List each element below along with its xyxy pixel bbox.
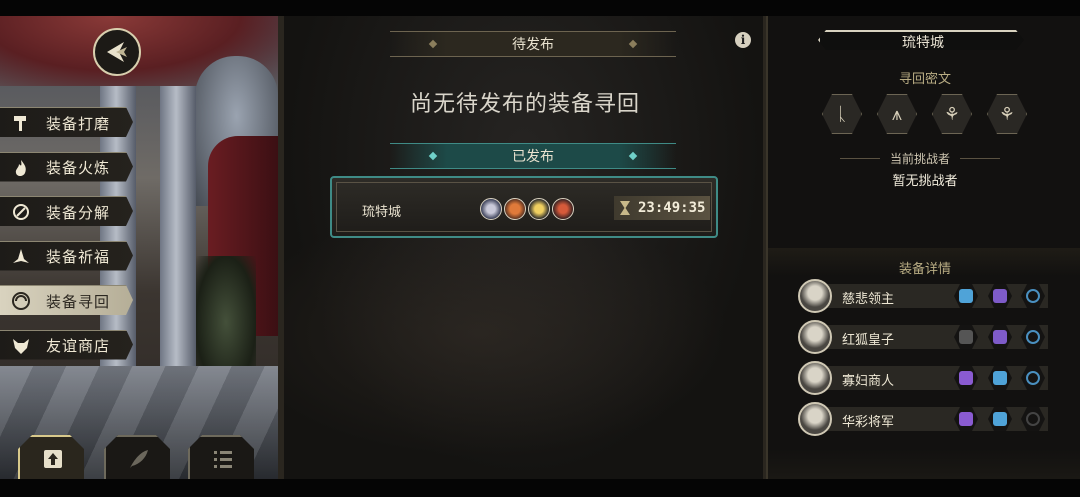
- details-title: 装备详情: [898, 262, 951, 277]
- weapon-slot-icon[interactable]: [954, 284, 978, 308]
- hourglass-icon: [620, 201, 630, 215]
- upload-icon: [44, 450, 62, 468]
- armor-slot-icon[interactable]: [988, 366, 1012, 390]
- equipment-owner: 寡妇商人: [842, 374, 895, 389]
- avatar: [798, 279, 832, 313]
- side-menu: 装备打磨 装备火炼 装备分解 装备祈福 装备寻回 友谊商店: [0, 107, 134, 374]
- code-symbol: ⚘: [987, 94, 1027, 134]
- code-symbol: ᚳ: [822, 94, 862, 134]
- menu-label: 装备分解: [46, 203, 111, 222]
- empty-pending-message: 尚无待发布的装备寻回: [409, 92, 640, 117]
- equipment-row[interactable]: 红狐皇子: [798, 320, 1048, 354]
- challenger-label: 当前挑战者: [840, 150, 1000, 167]
- avatar: [798, 361, 832, 395]
- weapon-slot-icon[interactable]: [954, 325, 978, 349]
- ring-slot-icon[interactable]: [1021, 284, 1045, 308]
- top-frame: [0, 0, 1080, 16]
- menu-label: 装备寻回: [46, 292, 111, 311]
- pray-icon: [10, 246, 32, 268]
- published-header: 已发布: [390, 143, 676, 169]
- menu-item-friendship-shop[interactable]: 友谊商店: [0, 329, 133, 360]
- menu-item-polish[interactable]: 装备打磨: [0, 107, 133, 137]
- city-title: 琉特城: [818, 30, 1024, 50]
- ring-slot-icon[interactable]: [1021, 325, 1045, 349]
- equipment-row[interactable]: 寡妇商人: [798, 361, 1048, 395]
- armor-slot-icon[interactable]: [988, 284, 1012, 308]
- menu-label: 友谊商店: [46, 337, 111, 355]
- menu-label: 装备打磨: [46, 114, 111, 133]
- back-arrow-icon: [107, 42, 127, 62]
- menu-item-forge[interactable]: 装备火炼: [0, 151, 133, 182]
- hammer-icon: [10, 112, 32, 134]
- menu-label: 装备祈福: [46, 248, 111, 266]
- code-title: 寻回密文: [898, 72, 951, 87]
- disassemble-icon: [10, 201, 32, 223]
- avatar: [528, 198, 550, 220]
- published-title: 已发布: [512, 149, 554, 165]
- avatar: [798, 402, 832, 436]
- menu-item-pray[interactable]: 装备祈福: [0, 240, 133, 271]
- equipment-list: 慈悲领主 红狐皇子 寡妇商人 华彩将军: [798, 279, 1048, 443]
- challenger-value: 暂无挑战者: [892, 174, 958, 189]
- equipment-owner: 华彩将军: [842, 415, 895, 430]
- armor-slot-icon[interactable]: [988, 407, 1012, 431]
- equipment-row[interactable]: 华彩将军: [798, 402, 1048, 436]
- info-icon[interactable]: i: [735, 32, 751, 48]
- equipment-owner: 慈悲领主: [842, 292, 895, 307]
- code-symbol: ⚘: [932, 94, 972, 134]
- armor-slot-icon[interactable]: [988, 325, 1012, 349]
- avatar: [552, 198, 574, 220]
- right-panel: 琉特城 寻回密文 ᚳ ⩚ ⚘ ⚘ 当前挑战者 暂无挑战者 装备详情 慈悲领主 红…: [766, 16, 1080, 479]
- menu-label: 装备火炼: [46, 159, 111, 177]
- avatar: [798, 320, 832, 354]
- equipment-owner: 红狐皇子: [842, 333, 895, 348]
- quest-timer: 23:49:35: [614, 196, 710, 220]
- menu-item-disassemble[interactable]: 装备分解: [0, 196, 133, 226]
- retrieve-icon: [10, 290, 32, 312]
- code-symbols: ᚳ ⩚ ⚘ ⚘: [822, 94, 1027, 134]
- back-button[interactable]: [93, 28, 141, 76]
- quest-avatars: [480, 198, 574, 220]
- pending-header: 待发布: [390, 31, 676, 57]
- timer-text: 23:49:35: [638, 200, 706, 216]
- avatar: [504, 198, 526, 220]
- menu-item-retrieve[interactable]: 装备寻回: [0, 285, 133, 315]
- avatar: [480, 198, 502, 220]
- feather-icon: [130, 450, 148, 468]
- details-header: 装备详情: [768, 248, 1080, 277]
- pending-title: 待发布: [512, 37, 554, 53]
- bottom-frame: [0, 479, 1080, 497]
- ring-slot-icon[interactable]: [1021, 407, 1045, 431]
- center-panel: 待发布 i 尚无待发布的装备寻回 已发布 琉特城 23:49:35: [278, 16, 766, 479]
- flame-icon: [10, 157, 32, 179]
- code-symbol: ⩚: [877, 94, 917, 134]
- weapon-slot-icon[interactable]: [954, 407, 978, 431]
- list-icon: [214, 451, 232, 468]
- equipment-row[interactable]: 慈悲领主: [798, 279, 1048, 313]
- ring-slot-icon[interactable]: [1021, 366, 1045, 390]
- published-quest-card[interactable]: 琉特城 23:49:35: [330, 176, 718, 238]
- fox-shop-icon: [10, 335, 32, 357]
- quest-city: 琉特城: [362, 205, 402, 220]
- weapon-slot-icon[interactable]: [954, 366, 978, 390]
